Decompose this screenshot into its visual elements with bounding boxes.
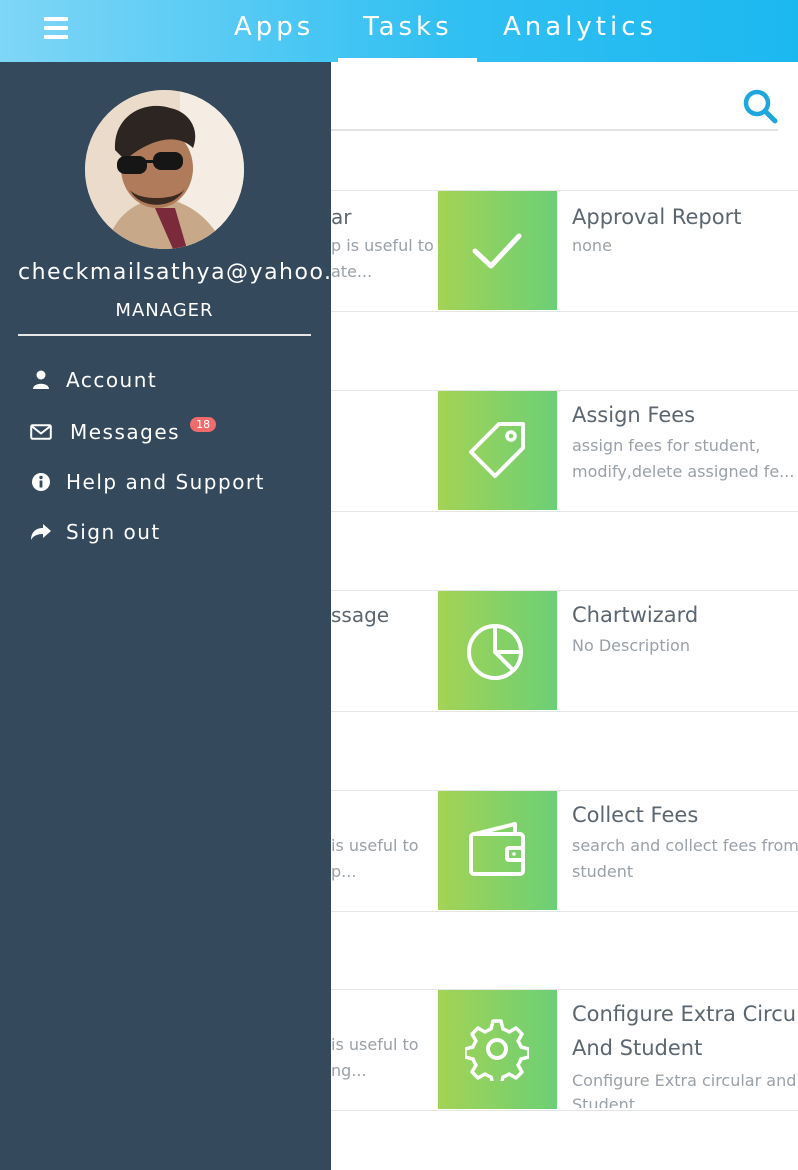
- menu-item-messages[interactable]: Messages 18: [30, 416, 217, 444]
- app-tile[interactable]: [438, 591, 557, 710]
- list-item[interactable]: is useful to ng... Configure Extra Circu…: [331, 989, 798, 1111]
- card-description: none: [572, 236, 612, 255]
- menu-item-label: Account: [66, 368, 158, 392]
- item-desc-fragment: ate...: [331, 262, 373, 281]
- menu-item-label: Sign out: [66, 520, 161, 544]
- drawer-divider: [18, 334, 311, 336]
- item-title-fragment: ar: [331, 205, 352, 229]
- card-description: search and collect fees from: [572, 836, 798, 855]
- active-tab-indicator: [338, 58, 477, 62]
- list-item[interactable]: ssage Chartwizard No Description: [331, 590, 798, 712]
- unread-count-badge: 18: [190, 416, 217, 432]
- avatar[interactable]: [85, 90, 244, 249]
- menu-item-help-and-support[interactable]: Help and Support: [30, 470, 265, 494]
- item-desc-fragment: is useful to: [331, 1035, 419, 1054]
- tab-tasks[interactable]: Tasks: [363, 12, 453, 42]
- navigation-drawer: checkmailsathya@yahoo.com MANAGER Accoun…: [0, 62, 331, 1170]
- menu-item-account[interactable]: Account: [30, 368, 157, 392]
- menu-item-label: Help and Support: [66, 470, 265, 494]
- card-title: Configure Extra Circul: [572, 1002, 798, 1026]
- app-tile[interactable]: [438, 191, 557, 310]
- list-item[interactable]: is useful to p... Collect Fees search an…: [331, 790, 798, 912]
- user-email: checkmailsathya@yahoo.com: [18, 260, 331, 285]
- item-desc-fragment: p is useful to: [331, 236, 434, 255]
- app-tile[interactable]: [438, 990, 557, 1109]
- pie-chart-icon: [467, 624, 523, 680]
- tag-icon: [469, 422, 525, 478]
- gear-icon: [465, 1019, 529, 1081]
- card-title: Assign Fees: [572, 403, 696, 427]
- search-icon[interactable]: [742, 88, 778, 124]
- card-title: Collect Fees: [572, 803, 699, 827]
- card-description: No Description: [572, 636, 690, 655]
- check-icon: [472, 233, 522, 269]
- card-description: modify,delete assigned fe...: [572, 462, 795, 481]
- tab-apps[interactable]: Apps: [234, 12, 314, 42]
- search-input[interactable]: [331, 129, 778, 131]
- item-desc-fragment: ng...: [331, 1061, 367, 1080]
- profile-photo: [85, 90, 244, 249]
- hamburger-menu-icon[interactable]: [44, 17, 68, 39]
- list-item[interactable]: Assign Fees assign fees for student, mod…: [331, 390, 798, 512]
- list-item[interactable]: ar p is useful to ate... Approval Report…: [331, 190, 798, 312]
- item-desc-fragment: p...: [331, 862, 357, 881]
- card-title: Chartwizard: [572, 603, 699, 627]
- top-app-bar: Apps Tasks Analytics: [0, 0, 798, 62]
- app-tile[interactable]: [438, 391, 557, 510]
- tab-analytics[interactable]: Analytics: [503, 12, 657, 42]
- card-title: Approval Report: [572, 205, 742, 229]
- card-description: Student: [572, 1095, 635, 1108]
- share-icon: [30, 521, 52, 543]
- envelope-icon: [30, 421, 52, 443]
- card-description: Configure Extra circular and: [572, 1071, 797, 1090]
- card-description: student: [572, 862, 634, 881]
- user-role: MANAGER: [115, 300, 214, 321]
- app-tile[interactable]: [438, 791, 557, 910]
- item-title-fragment: ssage: [331, 603, 390, 627]
- item-desc-fragment: is useful to: [331, 836, 419, 855]
- wallet-icon: [469, 822, 525, 876]
- card-title-line-2: And Student: [572, 1036, 703, 1060]
- info-icon: [30, 471, 52, 493]
- menu-item-label: Messages: [70, 420, 181, 444]
- user-icon: [30, 369, 52, 391]
- card-description: assign fees for student,: [572, 436, 761, 455]
- menu-item-sign-out[interactable]: Sign out: [30, 520, 161, 544]
